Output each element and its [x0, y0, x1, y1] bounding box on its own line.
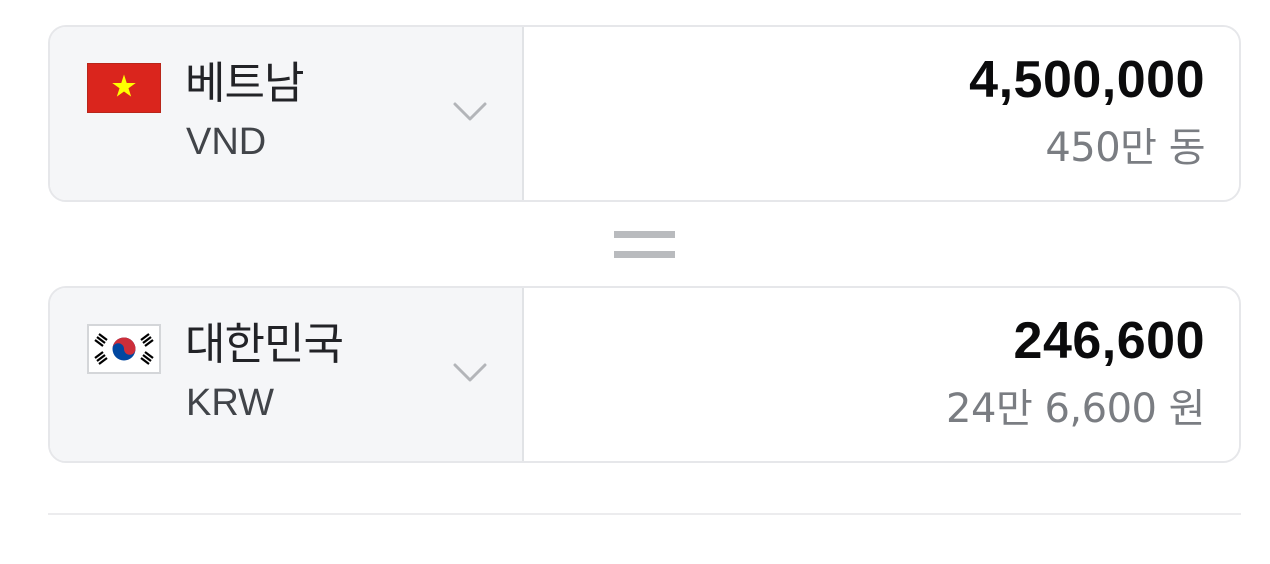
to-amount-value[interactable]: 246,600: [1014, 310, 1205, 372]
to-amount-field[interactable]: 246,600 24만 6,600 원: [524, 288, 1239, 461]
chevron-down-icon: [452, 100, 488, 124]
south-korea-flag-icon: [87, 324, 161, 374]
from-country-name: 베트남: [185, 58, 304, 109]
equals-icon: [614, 231, 675, 259]
equals-bar-bottom: [614, 251, 675, 258]
from-amount-korean: 450만 동: [1045, 125, 1205, 171]
to-currency-select[interactable]: 대한민국 KRW: [50, 288, 524, 461]
to-country-name: 대한민국: [185, 319, 344, 370]
vietnam-flag-icon: [87, 63, 161, 113]
to-currency-code: KRW: [186, 382, 274, 424]
from-currency-code: VND: [186, 121, 267, 163]
section-divider: [48, 513, 1241, 515]
chevron-down-icon: [452, 361, 488, 385]
to-amount-korean: 24만 6,600 원: [946, 386, 1205, 432]
equals-bar-top: [614, 231, 675, 238]
from-amount-field[interactable]: 4,500,000 450만 동: [524, 27, 1239, 200]
from-currency-select[interactable]: 베트남 VND: [50, 27, 524, 200]
to-currency-row: 대한민국 KRW 246,600 24만 6,600 원: [48, 286, 1241, 463]
from-amount-value[interactable]: 4,500,000: [969, 49, 1205, 111]
from-currency-row: 베트남 VND 4,500,000 450만 동: [48, 25, 1241, 202]
